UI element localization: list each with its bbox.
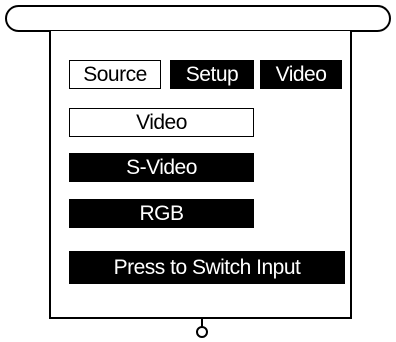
input-option-rgb[interactable]: RGB	[69, 199, 254, 228]
input-option-svideo[interactable]: S-Video	[69, 153, 254, 182]
tab-source[interactable]: Source	[69, 60, 161, 89]
input-option-video-label: Video	[136, 111, 187, 134]
tab-setup[interactable]: Setup	[170, 60, 254, 89]
switch-input-button[interactable]: Press to Switch Input	[69, 251, 345, 284]
tab-setup-label: Setup	[185, 63, 239, 86]
tab-video[interactable]: Video	[260, 60, 342, 89]
screen-roller	[5, 5, 391, 32]
input-option-svideo-label: S-Video	[126, 156, 197, 179]
input-option-video[interactable]: Video	[69, 108, 254, 137]
pull-ring-icon[interactable]	[196, 326, 208, 338]
input-option-rgb-label: RGB	[139, 202, 184, 225]
switch-input-button-label: Press to Switch Input	[113, 256, 301, 279]
tab-video-label: Video	[275, 63, 327, 86]
tab-source-label: Source	[83, 63, 147, 86]
